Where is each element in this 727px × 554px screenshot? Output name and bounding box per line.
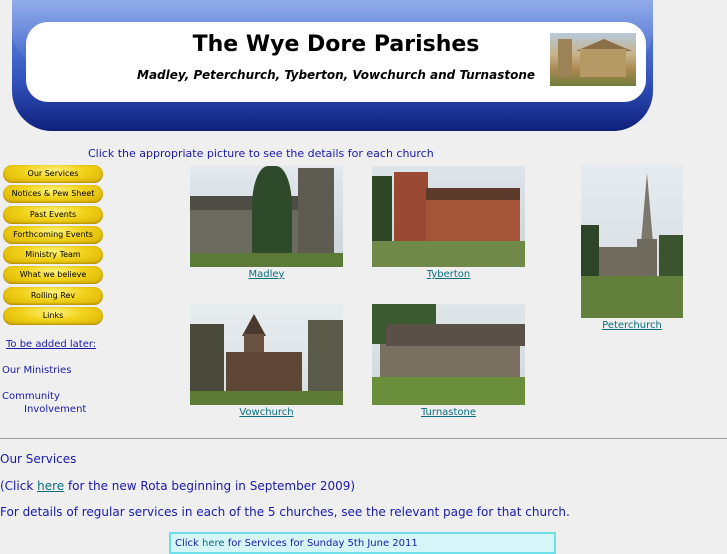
- rota-line-pre: (Click: [0, 479, 38, 493]
- menu-notices-pew-sheet[interactable]: Notices & Pew Sheet: [3, 185, 103, 204]
- sunday-services-notice: Click here for Services for Sunday 5th J…: [169, 532, 556, 554]
- tyberton-photo[interactable]: [372, 166, 525, 267]
- menu-forthcoming-events[interactable]: Forthcoming Events: [3, 225, 103, 244]
- header-church-photo: [550, 33, 636, 86]
- peterchurch-link[interactable]: Peterchurch: [581, 320, 683, 331]
- peterchurch-photo[interactable]: [581, 165, 683, 318]
- regular-services-text: For details of regular services in each …: [0, 505, 570, 519]
- turnastone-photo[interactable]: [372, 304, 525, 405]
- rota-here-link[interactable]: here: [37, 479, 64, 493]
- notice-here-link[interactable]: here: [202, 538, 225, 549]
- rota-line-post: for the new Rota beginning in September …: [64, 479, 356, 493]
- menu-links[interactable]: Links: [3, 307, 103, 326]
- photo-nave: [580, 49, 626, 77]
- menu-what-we-believe[interactable]: What we believe: [3, 266, 103, 285]
- community-label: Community: [2, 391, 60, 402]
- intro-text: Click the appropriate picture to see the…: [88, 147, 434, 160]
- rota-line: (Click here for the new Rota beginning i…: [0, 479, 355, 493]
- notice-post: for Services for Sunday 5th June 2011: [224, 538, 418, 549]
- photo-tower: [558, 39, 572, 77]
- menu-rolling-rev[interactable]: Rolling Rev: [3, 286, 103, 305]
- tyberton-link[interactable]: Tyberton: [372, 269, 525, 280]
- church-peterchurch[interactable]: Peterchurch: [581, 165, 683, 331]
- section-divider: [0, 438, 727, 439]
- involvement-label: Involvement: [24, 404, 87, 415]
- church-tyberton[interactable]: Tyberton: [372, 166, 525, 280]
- madley-photo[interactable]: [190, 166, 343, 267]
- vowchurch-photo[interactable]: [190, 304, 343, 405]
- notice-pre: Click: [175, 538, 203, 549]
- church-vowchurch[interactable]: Vowchurch: [190, 304, 343, 418]
- side-menu: Our Services Notices & Pew Sheet Past Ev…: [3, 165, 103, 327]
- our-services-heading: Our Services: [0, 452, 77, 466]
- menu-past-events[interactable]: Past Events: [3, 205, 103, 224]
- church-turnastone[interactable]: Turnastone: [372, 304, 525, 418]
- to-be-added-link[interactable]: To be added later:: [6, 339, 96, 350]
- menu-ministry-team[interactable]: Ministry Team: [3, 246, 103, 265]
- menu-our-services[interactable]: Our Services: [3, 165, 103, 183]
- vowchurch-link[interactable]: Vowchurch: [190, 407, 343, 418]
- our-ministries-label: Our Ministries: [2, 365, 72, 376]
- turnastone-link[interactable]: Turnastone: [372, 407, 525, 418]
- church-madley[interactable]: Madley: [190, 166, 343, 280]
- madley-link[interactable]: Madley: [190, 269, 343, 280]
